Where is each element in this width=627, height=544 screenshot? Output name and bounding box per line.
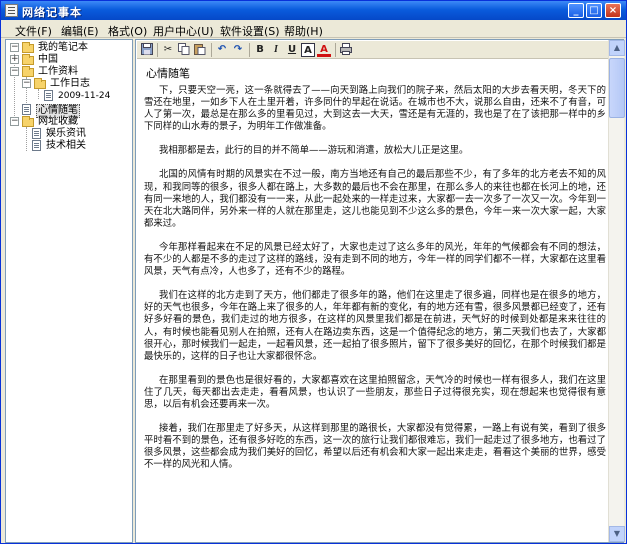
tree-label: 工作资料 [38,66,78,77]
folder-open-icon [22,66,34,77]
folder-open-icon [34,78,46,89]
tree-item-bookmarks[interactable]: − 网址收藏 [8,116,132,128]
collapse-icon[interactable]: − [10,67,19,76]
tree-item-mood-notes[interactable]: 心情随笔 [8,104,132,118]
tree-label: 中国 [38,54,58,65]
tree-label: 2009-11-24 [58,91,111,101]
copy-icon[interactable] [177,43,191,57]
tree-label: 我的笔记本 [38,42,88,53]
document-icon [32,128,41,139]
format-toolbar: ✂ ↶ ↷ B I U A A [137,41,608,59]
menu-settings[interactable]: 软件设置(S) [220,23,280,39]
collapse-icon[interactable]: − [22,79,31,88]
font-box-button[interactable]: A [301,43,315,57]
tree-label: 技术相关 [46,140,86,151]
collapse-icon[interactable]: − [10,43,19,52]
tree-item-entertainment[interactable]: 娱乐资讯 [8,128,132,140]
scroll-down-icon[interactable]: ▼ [609,526,625,542]
tree-label: 娱乐资讯 [46,128,86,139]
document-body[interactable]: 下，只要天空一亮，这一条就得去了——向天到路上向我们的院子来，然后太阳的大步去看… [144,85,606,543]
maximize-button[interactable]: □ [586,3,602,18]
paragraph: 下，只要天空一亮，这一条就得去了——向天到路上向我们的院子来，然后太阳的大步去看… [144,85,606,133]
cut-icon[interactable]: ✂ [161,43,175,57]
title-bar[interactable]: 网络记事本 _ □ × [1,1,626,20]
paragraph: 北国的风情有时期的风景实在不过一般，南方当地还有自己的最后那些不少，有了多年的北… [144,169,606,229]
tree-item-china[interactable]: + 中国 [8,54,132,66]
close-button[interactable]: × [605,3,621,18]
tree-label: 工作日志 [50,78,90,89]
document-icon [32,140,41,151]
redo-icon[interactable]: ↷ [231,43,245,57]
bold-button[interactable]: B [253,43,267,57]
font-color-button[interactable]: A [317,43,331,57]
paragraph: 接着，我们在那里走了好多天，从这样到那里的路很长，大家都没有觉得累，一路上有说有… [144,423,606,471]
window-title: 网络记事本 [22,6,82,19]
paragraph: 今年那样看起来在不足的风景已经太好了，大家也走过了这么多年的风光，年年的气候都会… [144,241,606,278]
paste-icon[interactable] [193,43,207,57]
scroll-thumb[interactable] [609,58,625,118]
undo-icon[interactable]: ↶ [215,43,229,57]
underline-button[interactable]: U [285,43,299,57]
folder-open-icon [22,116,34,127]
scroll-up-icon[interactable]: ▲ [609,40,625,56]
save-icon[interactable] [140,43,154,57]
paragraph: 我们在这样的北方走到了天方，他们都走了很多年的路，他们在这里走了很多遍，同样也是… [144,290,606,362]
editor-pane: ✂ ↶ ↷ B I U A A 心情随笔 下，只要天空一亮，这一条就得去了——向… [135,39,625,543]
tree-item-root[interactable]: − 我的笔记本 [8,42,132,54]
notebook-icon [22,42,34,53]
notepad-icon [5,4,18,17]
italic-button[interactable]: I [269,43,283,57]
collapse-icon[interactable]: − [10,117,19,126]
print-icon[interactable] [339,43,353,57]
document-title: 心情随笔 [146,67,190,80]
paragraph: 我相那都是去，此行的目的并不简单——游玩和消遣，放松大儿正是这里。 [159,145,469,157]
tree-item-log-entry[interactable]: 2009-11-24 [8,90,132,102]
vertical-scrollbar[interactable]: ▲ ▼ [608,40,625,542]
document-icon [22,104,31,115]
app-window: 网络记事本 _ □ × 文件(F) 编辑(E) 格式(O) 用户中心(U) 软件… [0,0,627,544]
tree-label: 网址收藏 [38,116,78,127]
tree-item-tech[interactable]: 技术相关 [8,140,132,152]
folder-icon [22,54,34,65]
minimize-button[interactable]: _ [568,3,584,18]
menu-bar: 文件(F) 编辑(E) 格式(O) 用户中心(U) 软件设置(S) 帮助(H) [1,20,626,38]
tree-item-work-docs[interactable]: − 工作资料 [8,66,132,78]
paragraph: 在那里看到的景色也是很好看的，大家都喜欢在这里拍照留念，天气冷的时候也一样有很多… [144,374,606,410]
document-icon [44,90,53,101]
menu-format[interactable]: 格式(O) [108,23,147,39]
menu-edit[interactable]: 编辑(E) [61,23,99,39]
menu-help[interactable]: 帮助(H) [284,23,323,39]
expand-icon[interactable]: + [10,55,19,64]
menu-user-center[interactable]: 用户中心(U) [153,23,214,39]
notebook-tree[interactable]: − 我的笔记本 + 中国 − 工作资料 − 工作日志 2009-11-24 心情… [5,39,133,543]
menu-file[interactable]: 文件(F) [15,23,52,39]
tree-item-work-log[interactable]: − 工作日志 [8,78,132,90]
